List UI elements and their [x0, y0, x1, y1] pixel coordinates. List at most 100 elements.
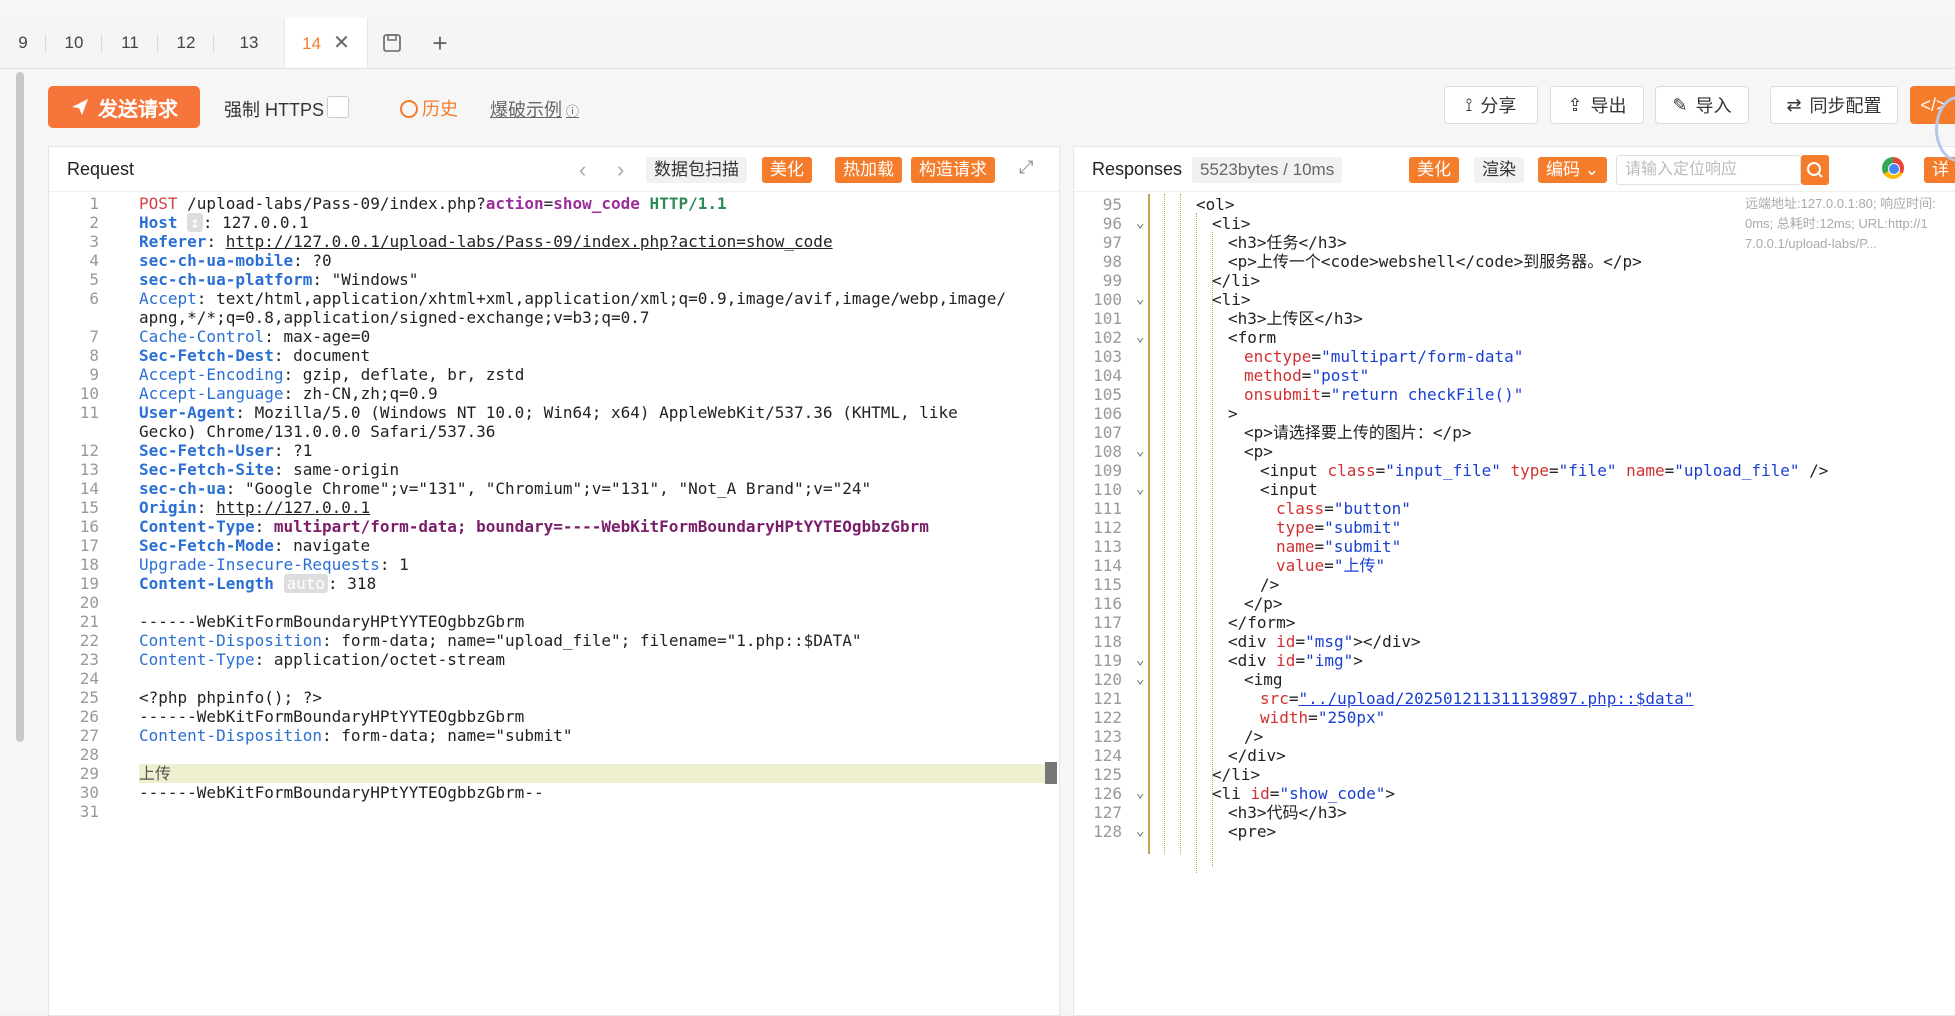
response-code-line: 123 /> — [1074, 727, 1955, 746]
host-chip[interactable]: ↕ — [187, 213, 203, 232]
share-button[interactable]: ⟟ 分享 — [1444, 86, 1538, 124]
header-key: sec-ch-ua — [139, 479, 226, 498]
tab-13[interactable]: 13 — [214, 18, 284, 68]
code-line: Referer: http://127.0.0.1/upload-labs/Pa… — [139, 232, 833, 251]
line-number-text: 120 — [1093, 670, 1122, 689]
tab-12[interactable]: 12 — [158, 18, 214, 68]
response-code-line: 126 ⌄ <li id="show_code"> — [1074, 784, 1955, 803]
header-value: : document — [273, 346, 371, 365]
query-value: show_code — [553, 194, 640, 213]
fold-chevron-icon[interactable]: ⌄ — [1136, 214, 1144, 233]
response-code-line: 98 <p>上传一个<code>webshell</code>到服务器。</p> — [1074, 252, 1955, 271]
code-token: = — [1375, 461, 1386, 480]
tab-10[interactable]: 10 — [46, 18, 102, 68]
hotload-button[interactable]: 热加载 — [835, 157, 902, 183]
response-code-text: </div> — [1228, 746, 1286, 765]
packet-scan-button[interactable]: 数据包扫描 — [646, 157, 747, 183]
request-header: Request ‹ › 数据包扫描 美化 热加载 构造请求 ⤢ — [49, 147, 1059, 192]
force-https-checkbox[interactable] — [327, 96, 349, 118]
encoding-dropdown[interactable]: 编码 ⌄ — [1538, 157, 1607, 183]
sync-config-button[interactable]: ⇄ 同步配置 — [1770, 86, 1898, 124]
expand-icon[interactable]: ⤢ — [1019, 157, 1033, 178]
response-header: Responses 5523bytes / 10ms 美化 渲染 编码 ⌄ 请输… — [1074, 147, 1955, 192]
fold-chevron-icon[interactable]: ⌄ — [1136, 480, 1144, 499]
beautify-button[interactable]: 美化 — [762, 157, 812, 183]
search-icon[interactable] — [1801, 155, 1829, 185]
response-code-line: 101 <h3>上传区</h3> — [1074, 309, 1955, 328]
code-token: <input — [1260, 461, 1328, 480]
code-token: > — [1385, 784, 1396, 803]
response-viewer[interactable]: 95 <ol> 96 ⌄ <li> 97 <h3>任务</h3> 98 <p>上传一个<code… — [1074, 194, 1955, 1015]
response-code-line: 110 ⌄ <input — [1074, 480, 1955, 499]
response-code-text: <h3>上传区</h3> — [1228, 309, 1363, 328]
tab-9[interactable]: 9 — [0, 18, 46, 68]
auto-chip[interactable]: auto — [283, 574, 329, 593]
code-line: <?php phpinfo(); ?> — [49, 688, 1059, 707]
code-line: Sec-Fetch-Dest: document — [49, 346, 1059, 365]
request-editor[interactable]: 1 2 3 4 5 6 7 8 9 10 11 12 13 14 15 16 17 18 19 20 21 22 23 24 2… — [49, 194, 1059, 1015]
active-line: 上传 — [139, 764, 1045, 783]
body-value: 上传 — [139, 764, 172, 783]
line-number-text: 108 — [1093, 442, 1122, 461]
tab-14[interactable]: 14 ✕ — [284, 18, 368, 68]
fold-chevron-icon[interactable]: ⌄ — [1136, 822, 1144, 841]
code-token: = — [1295, 651, 1306, 670]
detail-button[interactable]: 详 — [1924, 157, 1955, 183]
send-request-button[interactable]: 发送请求 — [48, 86, 200, 128]
response-code-line: 119 ⌄ <div id="img"> — [1074, 651, 1955, 670]
close-icon[interactable]: ✕ — [333, 32, 350, 54]
chrome-icon[interactable] — [1882, 157, 1904, 179]
header-value-wrap: Gecko) Chrome/131.0.0.0 Safari/537.36 — [139, 422, 496, 441]
send-label: 发送请求 — [98, 98, 178, 121]
share-icon: ⟟ — [1465, 94, 1473, 115]
response-beautify-button[interactable]: 美化 — [1409, 157, 1459, 183]
code-token: "msg" — [1305, 632, 1354, 651]
tab-11[interactable]: 11 — [102, 18, 158, 68]
locate-response-input[interactable]: 请输入定位响应 — [1616, 155, 1801, 185]
construct-request-button[interactable]: 构造请求 — [911, 157, 995, 183]
code-token: "show_code" — [1279, 784, 1386, 803]
fold-chevron-icon[interactable]: ⌄ — [1136, 784, 1144, 803]
fold-chevron-icon[interactable]: ⌄ — [1136, 651, 1144, 670]
header-value: http://127.0.0.1 — [216, 498, 371, 517]
code-token: </code> — [1455, 252, 1524, 271]
header-value: : gzip, deflate, br, zstd — [283, 365, 525, 384]
tab-label: 9 — [18, 33, 28, 52]
fold-chevron-icon[interactable]: ⌄ — [1136, 328, 1144, 347]
code-line: Content-Type: application/octet-stream — [49, 650, 1059, 669]
header-key: Cache-Control — [139, 327, 265, 346]
header-value: : 127.0.0.1 — [202, 213, 309, 232]
export-button[interactable]: ⇪ 导出 — [1550, 86, 1644, 124]
left-scrollbar[interactable] — [16, 72, 24, 742]
fold-chevron-icon[interactable]: ⌄ — [1136, 442, 1144, 461]
import-button[interactable]: ✎ 导入 — [1655, 86, 1749, 124]
send-icon — [72, 99, 88, 115]
code-line: sec-ch-ua-mobile: ?0 — [49, 251, 1059, 270]
header-value: : navigate — [273, 536, 371, 555]
add-tab-icon[interactable]: + — [427, 28, 453, 58]
save-icon[interactable] — [379, 30, 405, 56]
line-number-text: 115 — [1093, 575, 1122, 594]
response-code-line: 104 method="post" — [1074, 366, 1955, 385]
header-key: Upgrade-Insecure-Requests — [139, 555, 380, 574]
brute-example-link[interactable]: 爆破示例 ⓘ — [490, 96, 579, 122]
fold-chevron-icon[interactable]: ⌄ — [1136, 290, 1144, 309]
fold-chevron-icon[interactable]: ⌄ — [1136, 670, 1144, 689]
code-token: "return checkFile()" — [1330, 385, 1524, 404]
editor-scrollbar-thumb[interactable] — [1045, 762, 1057, 784]
render-button[interactable]: 渲染 — [1474, 157, 1524, 183]
header-value: : same-origin — [273, 460, 400, 479]
history-link[interactable]: 历史 — [400, 95, 458, 121]
code-token: = — [1314, 537, 1325, 556]
response-code-text: </p> — [1244, 594, 1283, 613]
code-token: type — [1276, 518, 1315, 537]
code-token: /> — [1260, 575, 1280, 594]
http-path: /upload-labs/Pass-09/index.php? — [177, 194, 486, 213]
code-token: <p> — [1228, 252, 1257, 271]
tab-label: 12 — [176, 33, 196, 52]
chevron-left-icon[interactable]: ‹ — [579, 157, 586, 183]
code-token: </p> — [1432, 423, 1472, 442]
response-code-line: 125 </li> — [1074, 765, 1955, 784]
chevron-right-icon[interactable]: › — [617, 157, 624, 183]
code-token: class — [1276, 499, 1325, 518]
